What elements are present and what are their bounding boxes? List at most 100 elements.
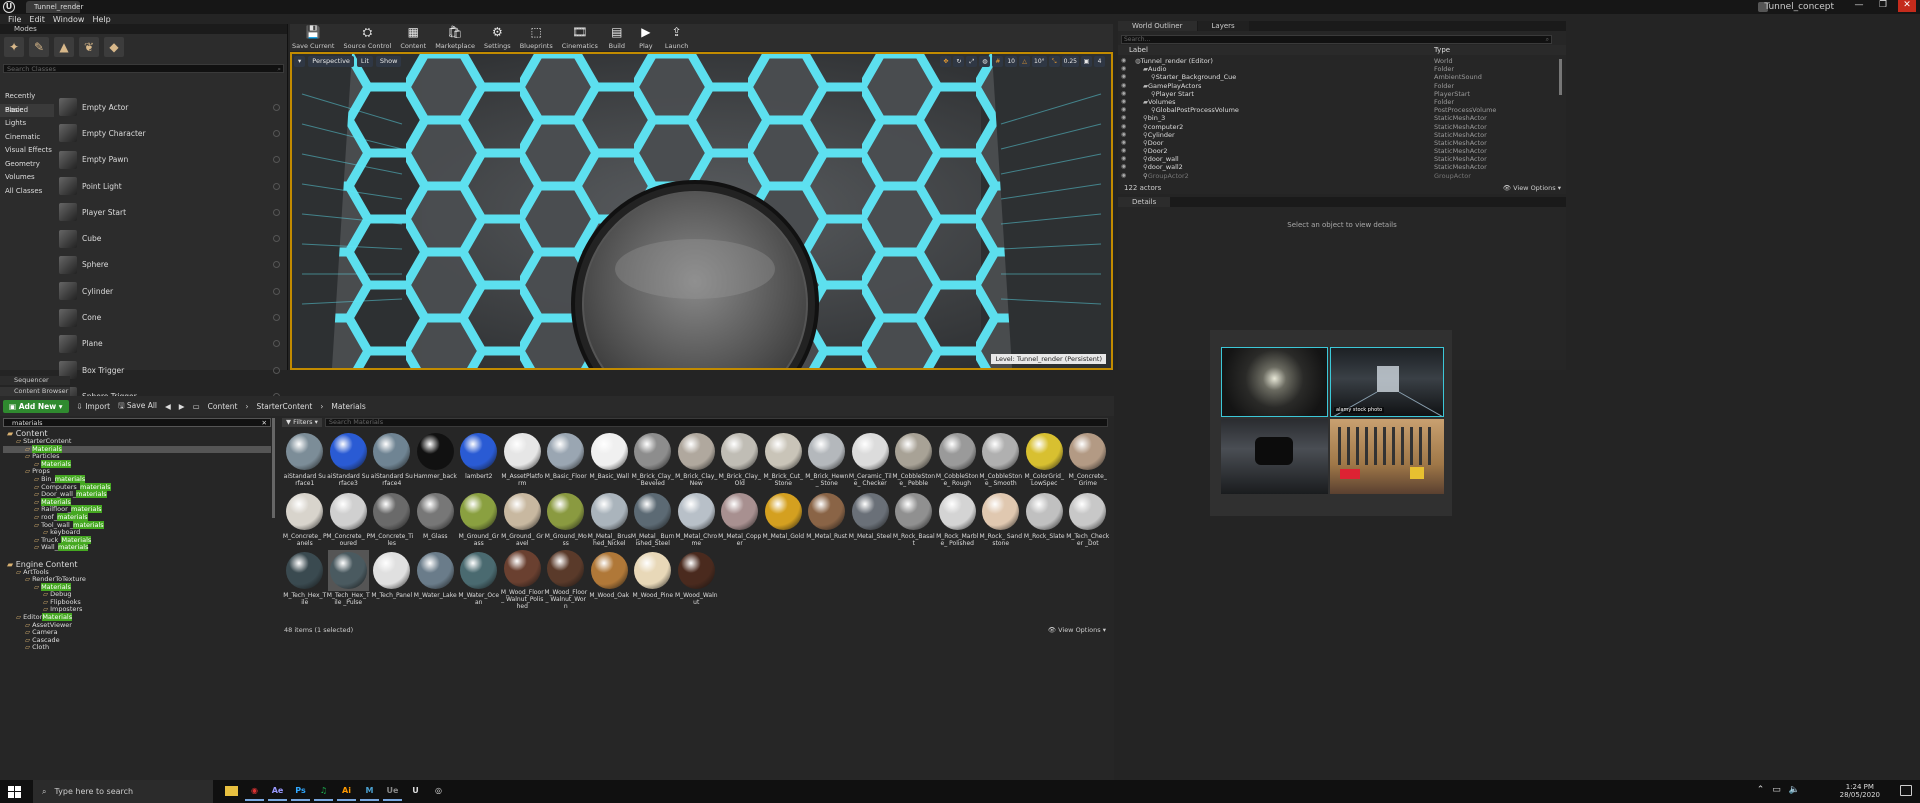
grid-snap-icon[interactable]: # <box>992 56 1004 67</box>
category-cinematic[interactable]: Cinematic <box>0 131 54 145</box>
forward-arrow-icon[interactable]: ▶ <box>179 402 185 411</box>
visibility-eye-icon[interactable]: ◉ <box>1121 172 1129 180</box>
material-asset-m-concrete-panels[interactable]: M_Concrete_ Panels <box>283 491 327 551</box>
level-document-tab[interactable]: Tunnel_render <box>26 1 83 13</box>
folder-search-input[interactable]: materials ✕ <box>3 418 271 427</box>
label-column-header[interactable]: Label <box>1129 45 1148 55</box>
taskbar-app-5[interactable]: Ai <box>337 782 356 801</box>
outliner-row[interactable]: ◉ ⚲ door_wall StaticMeshActor <box>1118 155 1558 163</box>
actor-item-cone[interactable]: Cone <box>56 304 286 330</box>
material-asset-m-brick-hewn-stone[interactable]: M_Brick_Hewn_ Stone <box>805 431 849 491</box>
outliner-row[interactable]: ◉ ⚲ door_wall2 StaticMeshActor <box>1118 163 1558 171</box>
material-asset-m-water-ocean[interactable]: M_Water_Ocean <box>457 550 501 610</box>
scale-snap-icon[interactable]: ⤡ <box>1048 56 1060 67</box>
material-asset-m-metal-steel[interactable]: M_Metal_Steel <box>849 491 893 551</box>
grid-snap-value[interactable]: 10 <box>1005 56 1017 67</box>
taskbar-app-8[interactable]: U <box>406 782 425 801</box>
material-asset-m-wood-floor-walnut-polished[interactable]: M_Wood_Floor_ Walnut_Polished <box>501 550 545 610</box>
taskbar-app-6[interactable]: M <box>360 782 379 801</box>
material-asset-m-metal-rust[interactable]: M_Metal_Rust <box>805 491 849 551</box>
taskbar-app-0[interactable] <box>222 782 241 801</box>
visibility-eye-icon[interactable]: ◉ <box>1121 147 1129 155</box>
geometry-mode-icon[interactable]: ◆ <box>104 37 124 57</box>
category-recently-placed[interactable]: Recently Placed <box>0 90 54 114</box>
taskbar-clock[interactable]: 1:24 PM 28/05/2020 <box>1840 783 1880 799</box>
taskbar-search-input[interactable]: ⌕ Type here to search <box>33 780 213 803</box>
outliner-row[interactable]: ◉ ⚲ Player Start PlayerStart <box>1118 90 1558 98</box>
outliner-row[interactable]: ◉ ⚲ Cylinder StaticMeshActor <box>1118 131 1558 139</box>
visibility-eye-icon[interactable]: ◉ <box>1121 155 1129 163</box>
outliner-view-options[interactable]: 👁 View Options ▾ <box>1503 183 1561 193</box>
taskbar-app-2[interactable]: Ae <box>268 782 287 801</box>
landscape-mode-icon[interactable]: ▲ <box>54 37 74 57</box>
foliage-mode-icon[interactable]: ❦ <box>79 37 99 57</box>
paint-mode-icon[interactable]: ✎ <box>29 37 49 57</box>
minimize-button[interactable]: — <box>1850 0 1868 12</box>
outliner-search-input[interactable]: Search... ⌕ <box>1121 35 1552 44</box>
material-asset-m-wood-floor-walnut-worn[interactable]: M_Wood_Floor_ Walnut_Worn <box>544 550 588 610</box>
visibility-eye-icon[interactable]: ◉ <box>1121 73 1129 81</box>
actor-item-player-start[interactable]: Player Start <box>56 199 286 225</box>
visibility-eye-icon[interactable]: ◉ <box>1121 163 1129 171</box>
material-asset-m-colorgrid-lowspec[interactable]: M_ColorGrid_ LowSpec <box>1023 431 1067 491</box>
visibility-eye-icon[interactable]: ◉ <box>1121 114 1129 122</box>
material-asset-hammer-back[interactable]: Hammer_back <box>414 431 458 491</box>
save-all-button[interactable]: 🖫 Save All <box>118 400 157 413</box>
help-icon[interactable] <box>273 314 280 322</box>
type-column-header[interactable]: Type <box>1434 45 1450 55</box>
scale-icon[interactable]: ⤢ <box>966 56 978 67</box>
modes-tab[interactable]: Modes <box>0 24 287 34</box>
settings-button[interactable]: ⚙ Settings <box>484 24 511 51</box>
material-asset-m-assetplatform[interactable]: M_AssetPlatform <box>501 431 545 491</box>
outliner-scrollbar[interactable] <box>1559 59 1562 95</box>
breadcrumb-startercontent[interactable]: StarterContent <box>256 402 312 411</box>
outliner-row[interactable]: ◉ ▰ Volumes Folder <box>1118 98 1558 106</box>
back-arrow-icon[interactable]: ◀ <box>165 402 171 411</box>
help-icon[interactable] <box>273 340 280 348</box>
help-icon[interactable] <box>273 235 280 243</box>
actor-item-empty-pawn[interactable]: Empty Pawn <box>56 147 286 173</box>
material-asset-m-basic-wall[interactable]: M_Basic_Wall <box>588 431 632 491</box>
outliner-row[interactable]: ◉ ▰ Audio Folder <box>1118 65 1558 73</box>
help-icon[interactable] <box>273 366 280 374</box>
outliner-row[interactable]: ◉ ⚲ GroupActor2 GroupActor <box>1118 172 1558 180</box>
material-asset-m-metal-burnished-steel[interactable]: M_Metal_ Burnished_Steel <box>631 491 675 551</box>
play-button[interactable]: ▶ Play <box>636 24 656 51</box>
material-asset-lambert2[interactable]: lambert2 <box>457 431 501 491</box>
tab-sequencer[interactable]: Sequencer <box>0 376 70 385</box>
material-asset-m-rock-slate[interactable]: M_Rock_Slate <box>1023 491 1067 551</box>
actor-item-sphere[interactable]: Sphere <box>56 252 286 278</box>
perspective-button[interactable]: Perspective <box>308 56 354 67</box>
material-asset-m-ground-grass[interactable]: M_Ground_Grass <box>457 491 501 551</box>
filters-button[interactable]: ▼ Filters ▾ <box>282 418 322 427</box>
material-asset-m-brick-clay-beveled[interactable]: M_Brick_Clay_ Beveled <box>631 431 675 491</box>
marketplace-button[interactable]: 🛍 Marketplace <box>435 24 475 51</box>
outliner-row[interactable]: ◉ ▰ GamePlayActors Folder <box>1118 82 1558 90</box>
material-asset-m-brick-clay-old[interactable]: M_Brick_Clay_ Old <box>718 431 762 491</box>
visibility-eye-icon[interactable]: ◉ <box>1121 106 1129 114</box>
clear-search-icon[interactable]: ✕ <box>262 419 267 427</box>
visibility-eye-icon[interactable]: ◉ <box>1121 131 1129 139</box>
material-asset-m-ground-moss[interactable]: M_Ground_Moss <box>544 491 588 551</box>
visibility-eye-icon[interactable]: ◉ <box>1121 90 1129 98</box>
material-asset-m-cobblestone-smooth[interactable]: M_CobbleStone_ Smooth <box>979 431 1023 491</box>
close-button[interactable]: ✕ <box>1898 0 1916 12</box>
material-asset-m-tech-checker-dot[interactable]: M_Tech_Checker _Dot <box>1066 491 1110 551</box>
volume-icon[interactable]: 🔈 <box>1789 785 1800 795</box>
help-icon[interactable] <box>273 103 280 111</box>
asset-search-input[interactable]: Search Materials <box>324 418 1108 427</box>
actor-item-plane[interactable]: Plane <box>56 331 286 357</box>
content-button[interactable]: ▦ Content <box>400 24 426 51</box>
material-asset-m-wood-walnut[interactable]: M_Wood_Walnut <box>675 550 719 610</box>
camera-speed-icon[interactable]: ▣ <box>1081 56 1092 67</box>
help-icon[interactable] <box>273 261 280 269</box>
launch-button[interactable]: ⇪ Launch <box>665 24 689 51</box>
material-asset-m-metal-brushed-nickel[interactable]: M_Metal_ Brushed_Nickel <box>588 491 632 551</box>
rotation-snap-icon[interactable]: △ <box>1019 56 1030 67</box>
help-icon[interactable] <box>273 156 280 164</box>
help-icon[interactable] <box>273 208 280 216</box>
scale-snap-value[interactable]: 0.25 <box>1061 56 1079 67</box>
save-current-button[interactable]: 💾 Save Current <box>292 24 334 51</box>
show-button[interactable]: Show <box>375 56 402 67</box>
material-asset-m-rock-marble-polished[interactable]: M_Rock_Marble_ Polished <box>936 491 980 551</box>
